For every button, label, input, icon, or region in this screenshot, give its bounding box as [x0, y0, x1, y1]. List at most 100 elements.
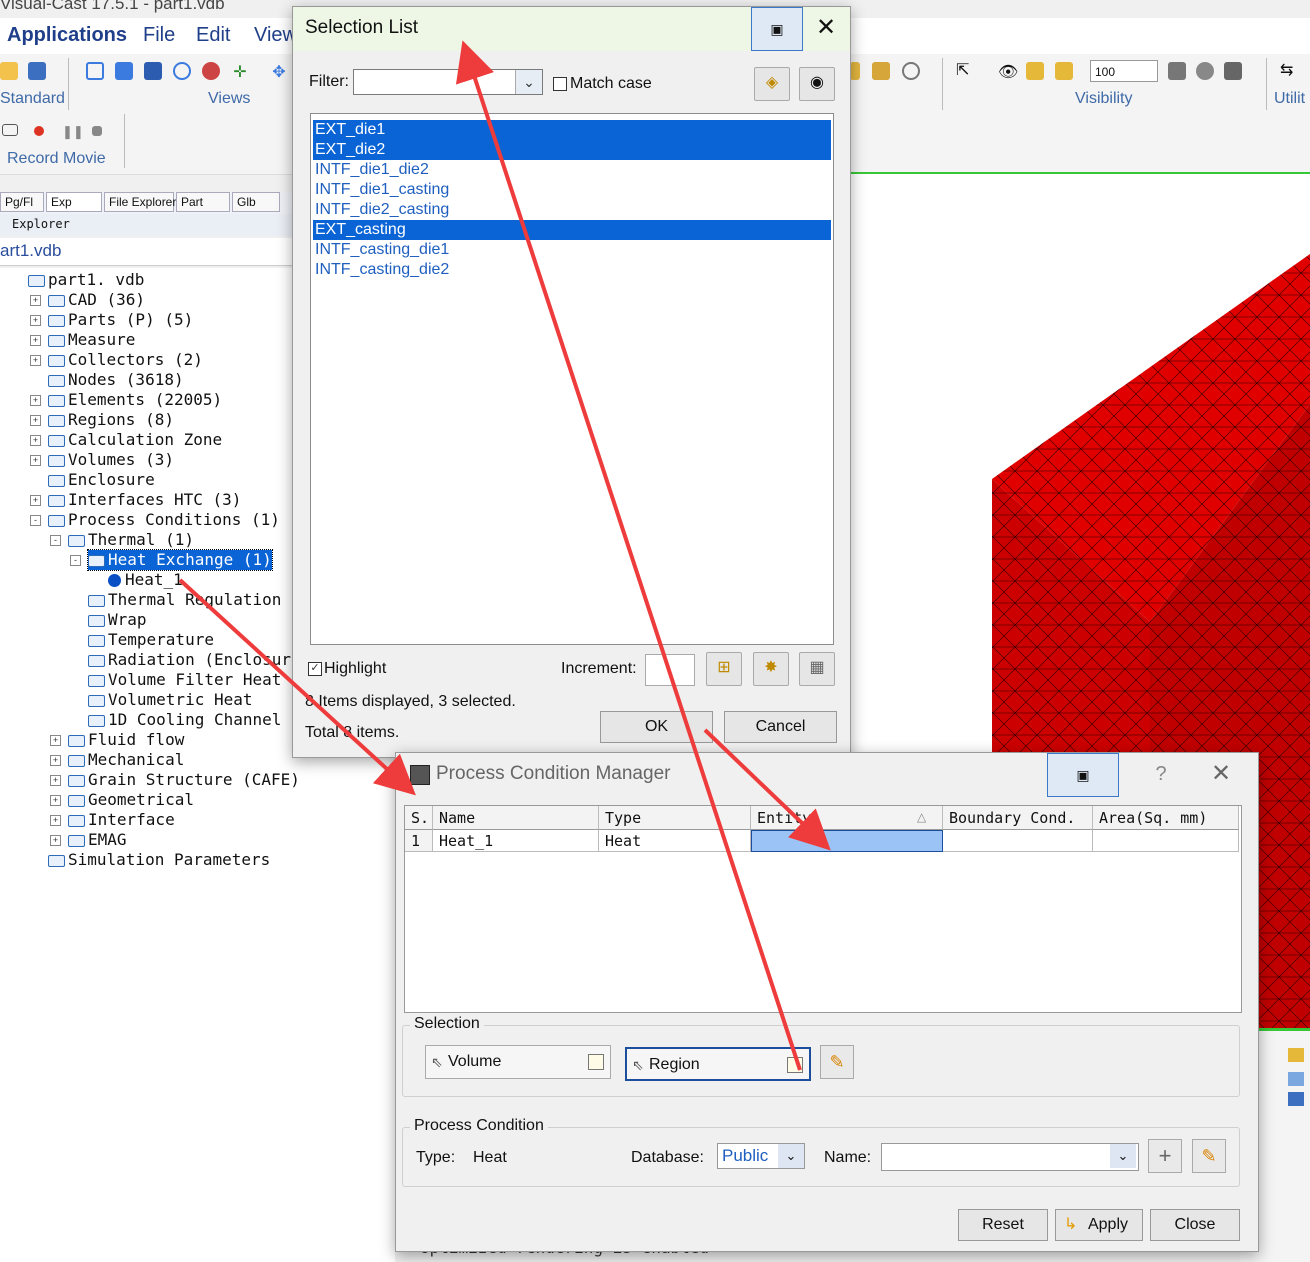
utilities-icon[interactable]: ⇆ [1280, 60, 1298, 79]
tree-item[interactable]: Mechanical [68, 750, 184, 770]
tab-exp[interactable]: Exp [46, 192, 102, 212]
expand-icon[interactable]: + [30, 415, 41, 426]
process-conditions-table[interactable]: S. Name Type Entity △ Boundary Cond. Are… [404, 805, 1242, 1013]
tree-item[interactable]: Collectors (2) [48, 350, 203, 370]
list-item[interactable]: EXT_die2 [313, 140, 831, 160]
table-cell-entity[interactable] [751, 830, 943, 852]
view-iso-icon[interactable] [86, 62, 104, 80]
menu-edit[interactable]: Edit [196, 24, 230, 47]
pick-icon[interactable]: ⇱ [956, 60, 974, 79]
selection-list[interactable]: EXT_die1 EXT_die2 INTF_die1_die2 INTF_die1_… [310, 113, 834, 645]
reset-button[interactable]: Reset [958, 1209, 1048, 1241]
expand-icon[interactable]: + [30, 295, 41, 306]
close-button[interactable]: ✕ [801, 7, 851, 49]
tree-item[interactable]: Interface [68, 810, 175, 830]
stop-icon[interactable] [92, 126, 102, 136]
tree-item[interactable]: part1. vdb [28, 270, 144, 290]
grow-selection-icon[interactable]: ✸ [753, 652, 789, 686]
close-button-bottom[interactable]: Close [1150, 1209, 1240, 1241]
edit-pencil-icon[interactable]: ✎ [1192, 1139, 1226, 1173]
view-top-icon[interactable] [144, 62, 162, 80]
tree-item[interactable]: Calculation Zone [48, 430, 222, 450]
match-case-checkbox[interactable] [553, 77, 567, 91]
select-all-icon[interactable]: ◈ [754, 67, 790, 101]
tool-icon-2[interactable] [872, 62, 890, 80]
expand-icon[interactable]: + [30, 435, 41, 446]
settings-icon[interactable] [1224, 62, 1242, 80]
close-button[interactable]: ✕ [1196, 753, 1246, 795]
tree-item[interactable]: Radiation (Enclosure) [88, 650, 310, 670]
menu-applications[interactable]: Applications [7, 24, 127, 47]
tree-item[interactable]: Volume Filter Heat [88, 670, 281, 690]
tree-item[interactable]: Interfaces HTC (3) [48, 490, 241, 510]
list-item[interactable]: INTF_die1_casting [313, 180, 831, 200]
list-item[interactable]: EXT_die1 [313, 120, 831, 140]
restore-button[interactable]: ▣ [751, 7, 803, 51]
tree-item[interactable]: Volumetric Heat [88, 690, 253, 710]
tree-item[interactable]: Enclosure [48, 470, 155, 490]
column-header-s[interactable]: S. [405, 806, 433, 830]
eye-icon[interactable]: ◉ [799, 67, 835, 101]
expand-icon[interactable]: + [30, 335, 41, 346]
increment-input[interactable] [645, 654, 695, 686]
tree-item[interactable]: Grain Structure (CAFE) [68, 770, 300, 790]
expand-icon[interactable]: + [50, 815, 61, 826]
eye-icon[interactable]: 👁 [998, 62, 1018, 81]
show-icon[interactable] [1026, 62, 1044, 80]
expand-icon[interactable]: + [30, 455, 41, 466]
expand-icon[interactable]: + [50, 755, 61, 766]
chevron-down-icon[interactable]: ⌄ [515, 70, 542, 94]
list-item[interactable]: INTF_die2_casting [313, 200, 831, 220]
log-icon[interactable] [1288, 1048, 1304, 1062]
expand-icon[interactable]: + [30, 315, 41, 326]
tree-item[interactable]: Heat Exchange (1) [87, 549, 273, 571]
list-icon[interactable] [787, 1057, 803, 1073]
view-front-icon[interactable] [115, 62, 133, 80]
menu-file[interactable]: File [143, 24, 175, 47]
column-header-boundary-cond[interactable]: Boundary Cond. [943, 806, 1093, 830]
tree-item[interactable]: Volumes (3) [48, 450, 174, 470]
tree-item[interactable]: Parts (P) (5) [48, 310, 193, 330]
tree-item[interactable]: Wrap [88, 610, 147, 630]
clock-icon[interactable] [902, 62, 920, 80]
collapse-icon[interactable]: - [30, 515, 41, 526]
visibility-value-input[interactable]: 100 [1090, 60, 1158, 82]
tree-item[interactable]: CAD (36) [48, 290, 145, 310]
expand-icon[interactable]: + [50, 835, 61, 846]
tree-item[interactable]: Regions (8) [48, 410, 174, 430]
view-side-icon[interactable] [173, 62, 191, 80]
restore-button[interactable]: ▣ [1047, 753, 1119, 797]
menu-view[interactable]: View [254, 24, 297, 47]
volume-selector[interactable]: ⇖ Volume [425, 1045, 611, 1079]
list-item[interactable]: EXT_casting [313, 220, 831, 240]
table-cell-s[interactable]: 1 [405, 830, 433, 852]
region-selector[interactable]: ⇖ Region [625, 1047, 811, 1081]
pan-icon[interactable]: ✥ [270, 62, 288, 81]
apply-button[interactable]: ↳ Apply [1055, 1209, 1143, 1241]
save-icon[interactable] [28, 62, 46, 80]
edit-pencil-icon[interactable]: ✎ [820, 1045, 854, 1079]
cancel-button[interactable]: Cancel [724, 711, 837, 743]
camera-icon[interactable] [2, 124, 18, 136]
tab-glb[interactable]: Glb [232, 192, 280, 212]
collapse-icon[interactable]: - [70, 555, 81, 566]
column-header-area[interactable]: Area(Sq. mm) [1093, 806, 1239, 830]
help-button[interactable]: ? [1136, 753, 1186, 795]
expand-icon[interactable]: + [50, 735, 61, 746]
table-cell-name[interactable]: Heat_1 [433, 830, 599, 852]
tree-item[interactable]: 1D Cooling Channel [88, 710, 281, 730]
add-icon[interactable]: + [1148, 1139, 1182, 1173]
column-header-entity[interactable]: Entity [751, 806, 943, 830]
hide-icon[interactable] [1055, 62, 1073, 80]
expand-icon[interactable]: + [50, 775, 61, 786]
tree-item[interactable]: Fluid flow [68, 730, 184, 750]
list-item[interactable]: INTF_die1_die2 [313, 160, 831, 180]
name-select[interactable] [881, 1143, 1139, 1171]
tree-item[interactable]: Nodes (3618) [48, 370, 184, 390]
tree-item[interactable]: Elements (22005) [48, 390, 222, 410]
table-cell-boundary-cond[interactable] [943, 830, 1093, 852]
log-icon-2[interactable] [1288, 1072, 1304, 1086]
clear-selection-icon[interactable]: ▦ [799, 652, 835, 686]
tool-icon[interactable] [850, 62, 860, 80]
open-icon[interactable] [0, 62, 18, 80]
